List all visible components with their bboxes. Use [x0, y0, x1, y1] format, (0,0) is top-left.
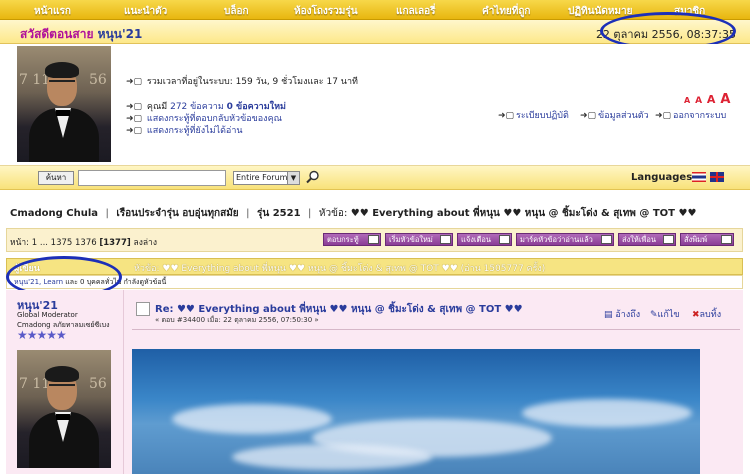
reply-button[interactable]: ตอบกระทู้	[323, 233, 381, 246]
topic-title: หัวข้อ: ♥♥ Everything about พี่หนุน ♥♥ ห…	[134, 264, 546, 274]
font-size-s[interactable]: A	[695, 96, 702, 106]
quote-icon: ▤	[604, 310, 613, 320]
current-page: [1377]	[99, 238, 131, 248]
profile-panel: 7 11 56	[0, 44, 750, 166]
magnifier-icon[interactable]	[306, 170, 320, 184]
new-topic-button-label: เริ่มหัวข้อใหม่	[389, 235, 433, 244]
nav-gallery[interactable]: แกลเลอรี่	[396, 4, 436, 19]
search-input[interactable]	[78, 170, 226, 186]
arrow-bullet-icon: ➜▢	[126, 77, 143, 87]
arrow-bullet-icon: ➜▢	[655, 111, 672, 121]
unread-link[interactable]: แสดงกระทู้ที่ยังไม่ได้อ่าน	[147, 126, 243, 136]
uk-flag-icon[interactable]	[710, 172, 724, 182]
font-size-m[interactable]: A	[707, 93, 716, 106]
breadcrumb-topic[interactable]: ♥♥ Everything about พี่หนุน ♥♥ หนุน @ ชิ…	[351, 208, 697, 219]
post-meta: « ตอบ #34400 เมื่อ: 22 ตุลาคม 2556, 07:5…	[155, 316, 319, 324]
font-size-selector: A A A A	[684, 92, 732, 107]
avatar-background-decoration: 56	[89, 72, 107, 88]
font-size-xs[interactable]: A	[684, 96, 690, 105]
breadcrumb: Cmadong Chula | เรือนประจำรุ่น อบอุ่นทุก…	[10, 206, 696, 221]
breadcrumb-forum[interactable]: Cmadong Chula	[10, 208, 98, 219]
delete-icon: ✖	[692, 310, 700, 320]
delete-label[interactable]: ลบทิ้ง	[700, 310, 722, 320]
profile-info-link[interactable]: ➜▢ ข้อมูลส่วนตัว	[580, 108, 649, 122]
nav-hall[interactable]: ห้องโถงรวมรุ่น	[294, 4, 358, 19]
greeting-username[interactable]: หนุน'21	[98, 27, 143, 41]
mark-read-icon	[601, 235, 612, 244]
avatar-glasses	[49, 80, 75, 86]
login-time: ➜▢ รวมเวลาที่อยู่ในระบบ: 159 วัน, 9 ชั่ว…	[126, 74, 358, 88]
breadcrumb-topic-prefix: หัวข้อ:	[318, 208, 348, 219]
post-avatar[interactable]: 7 11 56	[17, 350, 111, 468]
chevron-down-icon: ▼	[287, 172, 299, 184]
notify-icon	[499, 235, 510, 244]
print-button[interactable]: สั่งพิมพ์	[680, 233, 734, 246]
cloud	[522, 399, 692, 427]
search-button[interactable]: ค้นหา	[38, 171, 74, 185]
page-links[interactable]: หน้า: 1 ... 1375 1376	[10, 238, 97, 248]
reply-button-label: ตอบกระทู้	[327, 235, 359, 244]
go-down-link[interactable]: ลงล่าง	[133, 238, 157, 248]
new-topic-icon	[440, 235, 451, 244]
logout-link-label[interactable]: ออกจากระบบ	[673, 111, 726, 121]
rank-stars: ★★★★★	[17, 328, 67, 342]
avatar[interactable]: 7 11 56	[17, 46, 111, 162]
avatar-glasses	[49, 384, 75, 390]
breadcrumb-separator: |	[105, 208, 109, 219]
new-topic-button[interactable]: เริ่มหัวข้อใหม่	[385, 233, 453, 246]
greeting-prefix: สวัสดีตอนสาย	[20, 27, 94, 41]
languages-label: Languages	[631, 172, 693, 183]
reply-icon	[368, 235, 379, 244]
profile-info-link-label[interactable]: ข้อมูลส่วนตัว	[598, 111, 649, 121]
thai-flag-icon[interactable]	[692, 172, 706, 182]
font-size-l[interactable]: A	[720, 92, 730, 107]
delete-button[interactable]: ✖ลบทิ้ง	[692, 307, 721, 321]
login-time-text: รวมเวลาที่อยู่ในระบบ: 159 วัน, 9 ชั่วโมง…	[146, 77, 358, 87]
search-scope-select[interactable]: Entire Forum ▼	[233, 171, 300, 185]
breadcrumb-separator: |	[308, 208, 312, 219]
edit-label[interactable]: แก้ไข	[658, 310, 680, 320]
post-divider	[132, 329, 740, 330]
quote-label[interactable]: อ้างถึง	[615, 310, 640, 320]
avatar-bow-tie	[56, 414, 70, 420]
notify-button[interactable]: แจ้งเตือน	[457, 233, 512, 246]
search-scope-value: Entire Forum	[236, 173, 288, 182]
nav-home[interactable]: หน้าแรก	[34, 4, 71, 19]
mark-read-button[interactable]: มาร์คหัวข้อว่าอ่านแล้ว	[516, 233, 614, 246]
print-icon	[721, 235, 732, 244]
post-icon	[136, 302, 150, 316]
post-image-sky[interactable]	[132, 349, 700, 474]
unread-row: ➜▢ แสดงกระทู้ที่ยังไม่ได้อ่าน	[126, 123, 243, 137]
rules-link-label[interactable]: ระเบียบปฏิบัติ	[516, 111, 569, 121]
nav-blog[interactable]: บล็อก	[224, 4, 249, 19]
edit-icon: ✎	[650, 310, 658, 320]
avatar-hair	[45, 366, 79, 382]
logout-link[interactable]: ➜▢ ออกจากระบบ	[655, 108, 726, 122]
breadcrumb-class[interactable]: รุ่น 2521	[257, 208, 301, 219]
greeting: สวัสดีตอนสาย หนุน'21	[20, 25, 142, 44]
post-user-role: Global Moderator	[17, 311, 78, 319]
send-friend-button-label: ส่งให้เพื่อน	[622, 235, 656, 244]
rules-link[interactable]: ➜▢ ระเบียบปฏิบัติ	[498, 108, 569, 122]
arrow-bullet-icon: ➜▢	[580, 111, 597, 121]
avatar-hair	[45, 62, 79, 78]
cloud	[172, 404, 332, 434]
avatar-background-decoration: 56	[89, 376, 107, 392]
avatar-bow-tie	[56, 110, 70, 116]
breadcrumb-separator: |	[246, 208, 250, 219]
edit-button[interactable]: ✎แก้ไข	[650, 307, 679, 321]
quote-button[interactable]: ▤ อ้างถึง	[604, 307, 640, 321]
print-button-label: สั่งพิมพ์	[684, 235, 708, 244]
breadcrumb-board[interactable]: เรือนประจำรุ่น อบอุ่นทุกสมัย	[116, 208, 238, 219]
pagination: หน้า: 1 ... 1375 1376 [1377] ลงล่าง	[10, 235, 157, 249]
arrow-bullet-icon: ➜▢	[126, 126, 143, 136]
nav-intro[interactable]: แนะนำตัว	[124, 4, 167, 19]
arrow-bullet-icon: ➜▢	[498, 111, 515, 121]
nav-thai-words[interactable]: คำไทยที่ถูก	[482, 4, 531, 19]
send-friend-icon	[663, 235, 674, 244]
send-friend-button[interactable]: ส่งให้เพื่อน	[618, 233, 676, 246]
mark-read-button-label: มาร์คหัวข้อว่าอ่านแล้ว	[520, 235, 593, 244]
cloud	[232, 444, 432, 470]
notify-button-label: แจ้งเตือน	[461, 235, 491, 244]
